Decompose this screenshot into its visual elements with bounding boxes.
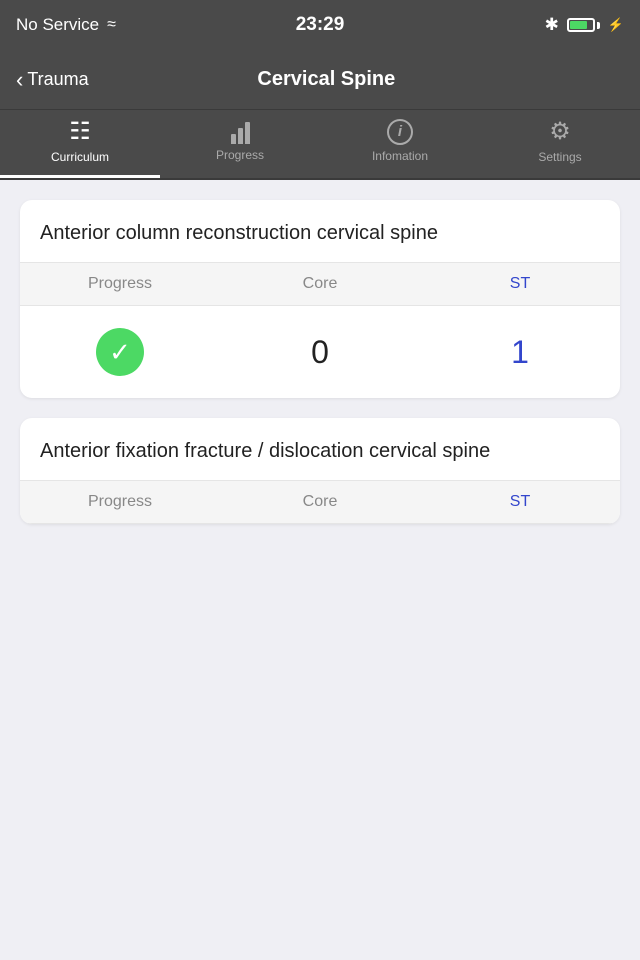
carrier-label: No Service: [16, 15, 99, 35]
status-time: 23:29: [176, 14, 464, 36]
gear-icon: ⚙: [549, 117, 571, 146]
information-icon: i: [387, 119, 413, 145]
card-2: Anterior fixation fracture / dislocation…: [20, 418, 620, 524]
tab-curriculum-label: Curriculum: [51, 150, 109, 164]
header-progress-1: Progress: [20, 275, 220, 293]
tab-settings-label: Settings: [538, 150, 581, 164]
battery-tip: [597, 22, 600, 29]
tab-progress-label: Progress: [216, 148, 264, 162]
content-area: Anterior column reconstruction cervical …: [0, 180, 640, 544]
tab-information-label: Infomation: [372, 149, 428, 163]
charging-icon: ⚡: [608, 17, 624, 33]
nav-bar: ‹ Trauma Cervical Spine: [0, 50, 640, 110]
card-2-header: Progress Core ST: [20, 481, 620, 524]
checkmark-icon: ✓: [109, 339, 131, 365]
back-button[interactable]: ‹ Trauma: [16, 69, 89, 91]
battery-body: [567, 18, 595, 32]
check-circle-icon: ✓: [96, 328, 144, 376]
header-core-1: Core: [220, 275, 420, 293]
back-label: Trauma: [27, 69, 88, 90]
tab-curriculum[interactable]: ☷ Curriculum: [0, 110, 160, 178]
card-1: Anterior column reconstruction cervical …: [20, 200, 620, 398]
header-st-1: ST: [420, 275, 620, 293]
back-chevron-icon: ‹: [16, 69, 23, 91]
tab-bar: ☷ Curriculum Progress i Infomation ⚙ Set…: [0, 110, 640, 180]
progress-icon: [231, 120, 250, 144]
header-st-2: ST: [420, 493, 620, 511]
header-core-2: Core: [220, 493, 420, 511]
table-row: ✓ 0 1: [20, 306, 620, 398]
curriculum-icon: ☷: [69, 117, 91, 146]
status-bar: No Service ≈ 23:29 ✱ ⚡: [0, 0, 640, 50]
wifi-icon: ≈: [107, 16, 116, 34]
card-2-title: Anterior fixation fracture / dislocation…: [20, 418, 620, 481]
status-left: No Service ≈: [16, 15, 176, 35]
cell-core-1: 0: [220, 334, 420, 371]
header-progress-2: Progress: [20, 493, 220, 511]
cell-progress-1: ✓: [20, 328, 220, 376]
cell-st-1: 1: [420, 334, 620, 371]
bluetooth-icon: ✱: [545, 15, 559, 35]
status-right: ✱ ⚡: [464, 15, 624, 35]
tab-progress[interactable]: Progress: [160, 110, 320, 178]
tab-information[interactable]: i Infomation: [320, 110, 480, 178]
nav-title: Cervical Spine: [89, 68, 564, 91]
card-1-header: Progress Core ST: [20, 263, 620, 306]
battery-fill: [570, 21, 588, 29]
battery-indicator: [567, 18, 600, 32]
tab-settings[interactable]: ⚙ Settings: [480, 110, 640, 178]
card-1-title: Anterior column reconstruction cervical …: [20, 200, 620, 263]
